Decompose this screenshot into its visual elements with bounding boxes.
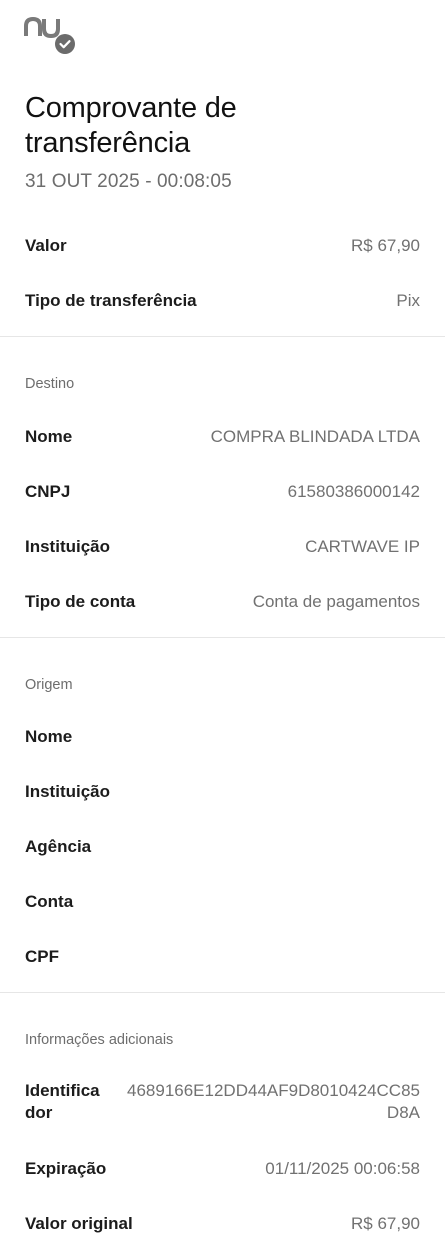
row-label: Identificador — [25, 1081, 100, 1122]
nubank-verified-logo-icon — [24, 14, 80, 56]
row-destino-cnpj: CNPJ 61580386000142 — [25, 477, 420, 507]
row-origem-cpf: CPF — [25, 942, 420, 972]
row-value: 01/11/2025 00:06:58 — [265, 1159, 420, 1178]
row-value: R$ 67,90 — [351, 236, 420, 255]
row-valor: Valor R$ 67,90 — [25, 231, 420, 261]
section-title-origem: Origem — [25, 677, 73, 693]
page-title: Comprovante de transferência — [25, 92, 237, 159]
row-origem-instituicao: Instituição — [25, 777, 420, 807]
row-label: Instituição — [25, 537, 111, 556]
divider — [0, 992, 445, 993]
section-title-destino: Destino — [25, 376, 75, 392]
divider — [0, 336, 445, 337]
row-label: Tipo de transferência — [25, 291, 197, 310]
row-destino-tipo-conta: Tipo de conta Conta de pagamentos — [25, 587, 420, 617]
receipt-page: Comprovante de transferência 31 OUT 2025… — [0, 0, 445, 1249]
row-value: 61580386000142 — [287, 482, 420, 501]
row-label: Nome — [25, 427, 73, 446]
row-value: Pix — [396, 291, 420, 310]
row-label: CNPJ — [25, 482, 71, 501]
row-label: Agência — [25, 837, 92, 856]
row-expiracao: Expiração 01/11/2025 00:06:58 — [25, 1154, 420, 1184]
row-value: 4689166E12DD44AF9D8010424CC85D8A — [127, 1081, 420, 1122]
row-value: R$ 67,90 — [351, 1214, 420, 1233]
row-value: Conta de pagamentos — [252, 592, 420, 611]
row-origem-agencia: Agência — [25, 832, 420, 862]
row-label: Instituição — [25, 782, 111, 801]
row-value: COMPRA BLINDADA LTDA — [210, 427, 420, 446]
row-label: Nome — [25, 727, 73, 746]
row-origem-nome: Nome — [25, 722, 420, 752]
row-destino-nome: Nome COMPRA BLINDADA LTDA — [25, 422, 420, 452]
section-title-informacoes-adicionais: Informações adicionais — [25, 1032, 174, 1048]
divider — [0, 637, 445, 638]
row-label: CPF — [25, 947, 59, 966]
row-identificador: Identificador 4689166E12DD44AF9D8010424C… — [25, 1080, 420, 1128]
row-label: Expiração — [25, 1159, 107, 1178]
row-label: Conta — [25, 892, 74, 911]
row-label: Tipo de conta — [25, 592, 136, 611]
transfer-datetime: 31 OUT 2025 - 00:08:05 — [25, 171, 232, 192]
row-destino-instituicao: Instituição CARTWAVE IP — [25, 532, 420, 562]
row-label: Valor — [25, 236, 67, 255]
row-value: CARTWAVE IP — [305, 537, 420, 556]
row-valor-original: Valor original R$ 67,90 — [25, 1209, 420, 1239]
row-label: Valor original — [25, 1214, 133, 1233]
row-tipo-transferencia: Tipo de transferência Pix — [25, 286, 420, 316]
row-origem-conta: Conta — [25, 887, 420, 917]
